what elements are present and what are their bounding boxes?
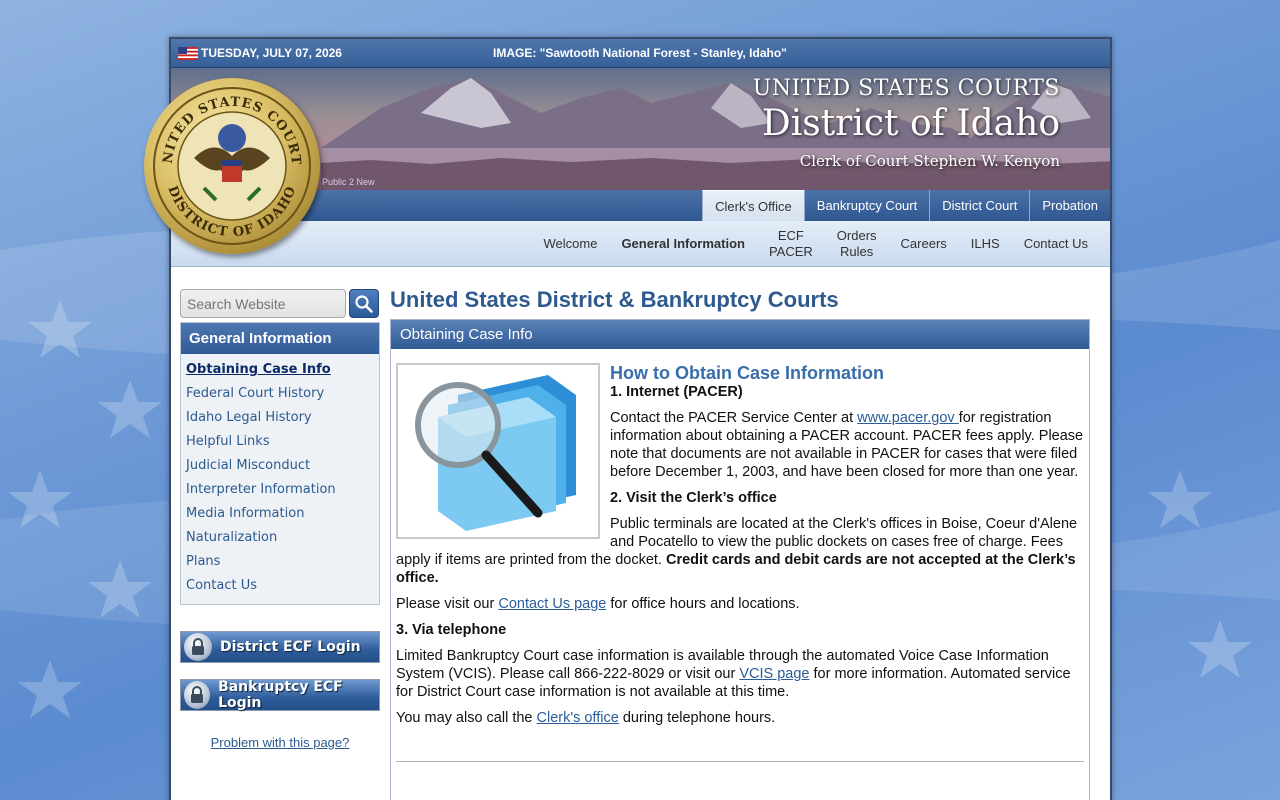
bankruptcy-ecf-label: Bankruptcy ECF Login [218,679,343,711]
call-clerk-paragraph: You may also call the Clerk's office dur… [396,709,1084,727]
sidebar-item-media-information[interactable]: Media Information [181,502,379,526]
banner-title: District of Idaho [761,103,1060,144]
subnav-welcome[interactable]: Welcome [531,236,609,252]
banner-subtitle: UNITED STATES COURTS [752,76,1060,101]
search-button[interactable] [349,289,379,318]
sidebar-item-naturalization[interactable]: Naturalization [181,526,379,550]
main-content: United States District & Bankruptcy Cour… [390,286,1090,800]
contact-text-2: for office hours and locations. [606,596,800,612]
sidebar-item-judicial-misconduct[interactable]: Judicial Misconduct [181,454,379,478]
district-ecf-login-button[interactable]: District ECF Login [180,631,380,663]
page-title: United States District & Bankruptcy Cour… [390,287,839,312]
panel-title: Obtaining Case Info [391,320,1089,349]
pacer-text-1: Contact the PACER Service Center at [610,410,858,426]
problem-with-page-link[interactable]: Problem with this page? [180,735,380,750]
folders-magnifier-image [396,363,600,539]
call-text-1: You may also call the [396,710,537,726]
sidebar-item-interpreter-information[interactable]: Interpreter Information [181,478,379,502]
lock-icon [184,681,211,709]
court-seal-logo: UNITED STATES COURTS DISTRICT OF IDAHO [144,78,320,254]
image-caption: IMAGE: "Sawtooth National Forest - Stanl… [493,46,787,60]
telephone-paragraph: Limited Bankruptcy Court case informatio… [396,647,1084,701]
sidebar-item-contact-us[interactable]: Contact Us [181,574,379,598]
call-text-2: during telephone hours. [618,710,776,726]
district-ecf-label: District ECF Login [220,639,361,655]
banner-faint-label: Public 2 New [322,177,375,187]
lock-icon [184,633,212,661]
general-info-nav: General Information Obtaining Case Info F… [180,322,380,605]
search-icon [355,294,373,313]
subnav-contact-us[interactable]: Contact Us [1012,236,1100,252]
subnav-general-information[interactable]: General Information [609,236,757,252]
search-bar [180,289,380,318]
pacer-link[interactable]: www.pacer.gov [857,410,959,426]
sidebar-item-helpful-links[interactable]: Helpful Links [181,430,379,454]
banner-clerk: Clerk of Court Stephen W. Kenyon [799,152,1060,170]
subnav-ilhs[interactable]: ILHS [959,236,1012,252]
vcis-page-link[interactable]: VCIS page [739,666,809,682]
contact-us-page-link[interactable]: Contact Us page [498,596,606,612]
bankruptcy-ecf-login-button[interactable]: Bankruptcy ECF Login [180,679,380,711]
tab-bankruptcy-court[interactable]: Bankruptcy Court [803,190,929,221]
subnav-orders-rules[interactable]: Orders Rules [825,228,889,260]
contact-text-1: Please visit our [396,596,499,612]
subnav-careers[interactable]: Careers [889,236,959,252]
us-flag-icon [178,47,198,60]
sidebar-item-idaho-legal-history[interactable]: Idaho Legal History [181,406,379,430]
top-bar: TUESDAY, JULY 07, 2026 IMAGE: "Sawtooth … [171,39,1110,68]
divider [396,761,1084,762]
sidebar-item-obtaining-case-info[interactable]: Obtaining Case Info [181,358,379,382]
nav-heading: General Information [181,323,379,354]
content-panel: Obtaining Case Info How to Obtain Case I… [390,319,1090,800]
tab-district-court[interactable]: District Court [929,190,1029,221]
sidebar-item-plans[interactable]: Plans [181,550,379,574]
tab-probation[interactable]: Probation [1029,190,1110,221]
contact-paragraph: Please visit our Contact Us page for off… [396,595,1084,613]
telephone-heading: 3. Via telephone [396,622,507,638]
clerks-office-link[interactable]: Clerk's office [537,710,619,726]
left-sidebar: General Information Obtaining Case InfoF… [180,289,380,750]
sidebar-item-federal-court-history[interactable]: Federal Court History [181,382,379,406]
tab-clerk-s-office[interactable]: Clerk's Office [702,190,804,221]
search-input[interactable] [180,289,346,318]
current-date: TUESDAY, JULY 07, 2026 [201,46,342,60]
subnav-ecf-pacer[interactable]: ECF PACER [757,228,825,260]
